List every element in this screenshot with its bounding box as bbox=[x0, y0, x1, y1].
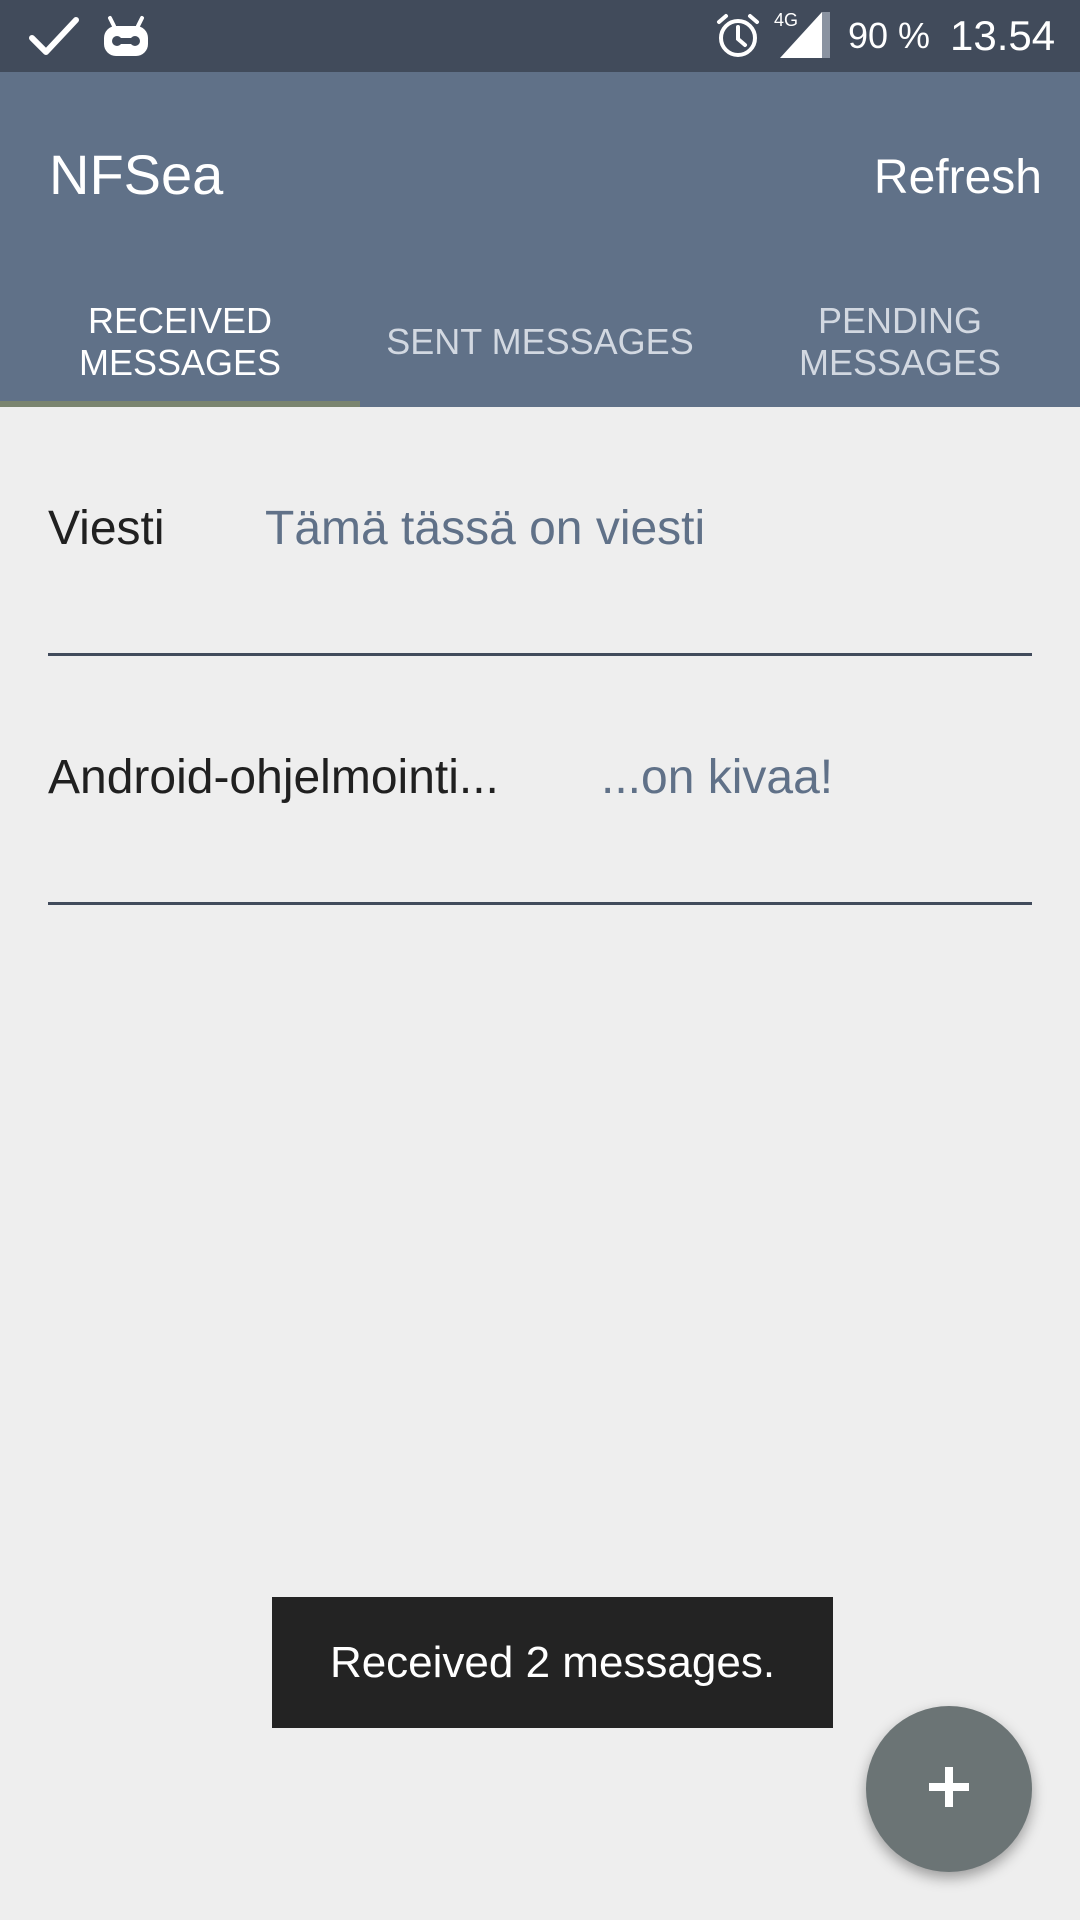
message-body: ...on kivaa! bbox=[601, 751, 834, 804]
toast-message: Received 2 messages. bbox=[272, 1597, 833, 1728]
app-title: NFSea bbox=[49, 143, 224, 206]
tab-pending-messages[interactable]: PENDING MESSAGES bbox=[720, 292, 1080, 392]
message-body: Tämä tässä on viesti bbox=[265, 502, 706, 555]
refresh-button[interactable]: Refresh bbox=[874, 154, 1042, 202]
tab-sent-messages[interactable]: SENT MESSAGES bbox=[360, 292, 720, 392]
message-title: Android-ohjelmointi... bbox=[48, 751, 499, 804]
alarm-clock-icon bbox=[714, 12, 762, 60]
status-bar: 4G 90 % 13.54 bbox=[0, 0, 1080, 72]
app-bar: NFSea Refresh RECEIVED MESSAGES SENT MES… bbox=[0, 72, 1080, 407]
svg-text:4G: 4G bbox=[774, 10, 798, 30]
add-message-button[interactable] bbox=[866, 1706, 1032, 1872]
clock-time: 13.54 bbox=[950, 12, 1056, 59]
list-item[interactable]: Android-ohjelmointi... ...on kivaa! bbox=[48, 656, 1032, 905]
check-icon bbox=[28, 12, 80, 60]
plus-icon bbox=[927, 1765, 971, 1814]
tab-received-messages[interactable]: RECEIVED MESSAGES bbox=[0, 292, 360, 392]
message-title: Viesti bbox=[48, 502, 165, 555]
battery-level: 90 % bbox=[848, 15, 931, 56]
list-item[interactable]: Viesti Tämä tässä on viesti bbox=[48, 407, 1032, 656]
signal-4g-icon: 4G bbox=[772, 8, 832, 58]
android-bot-icon bbox=[102, 12, 150, 60]
